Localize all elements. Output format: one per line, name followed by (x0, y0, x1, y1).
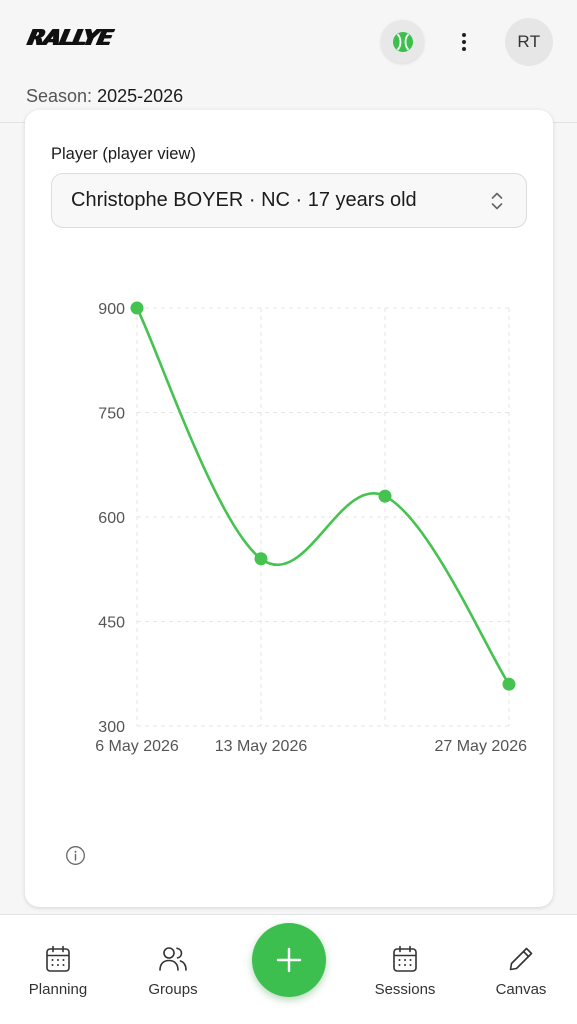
x-tick-label: 6 May 2026 (95, 738, 179, 755)
nav-label-groups: Groups (148, 981, 198, 998)
calendar-icon (393, 945, 417, 972)
users-icon (159, 947, 187, 971)
data-point (502, 677, 516, 691)
pencil-icon (509, 947, 533, 971)
nav-item-groups[interactable]: Groups (123, 945, 223, 998)
x-tick-label: 27 May 2026 (434, 738, 527, 755)
x-tick-label: 13 May 2026 (215, 738, 308, 755)
nav-label-canvas: Canvas (495, 981, 547, 998)
add-fab-button[interactable] (252, 923, 326, 997)
nav-label-sessions: Sessions (374, 981, 436, 998)
series-line (135, 306, 511, 686)
data-point (130, 301, 144, 315)
nav-item-planning[interactable]: Planning (8, 945, 108, 998)
data-point (254, 552, 268, 566)
y-tick-label: 600 (98, 510, 125, 527)
y-tick-label: 900 (98, 301, 125, 318)
calendar-icon (46, 945, 70, 972)
y-tick-label: 450 (98, 615, 125, 632)
plus-icon (276, 947, 302, 973)
info-icon[interactable] (65, 845, 86, 866)
data-point (378, 489, 392, 503)
nav-label-planning: Planning (28, 981, 88, 998)
y-tick-label: 750 (98, 406, 125, 423)
app-root: RALLYE RT Season: 2025-2026 Player (play… (0, 0, 577, 1024)
nav-item-canvas[interactable]: Canvas (471, 945, 571, 998)
progress-line-chart: 900 750 600 450 300 6 May 2026 13 May 2026 27 M… (95, 301, 527, 755)
nav-item-sessions[interactable]: Sessions (355, 945, 455, 998)
y-tick-label: 300 (98, 719, 125, 736)
